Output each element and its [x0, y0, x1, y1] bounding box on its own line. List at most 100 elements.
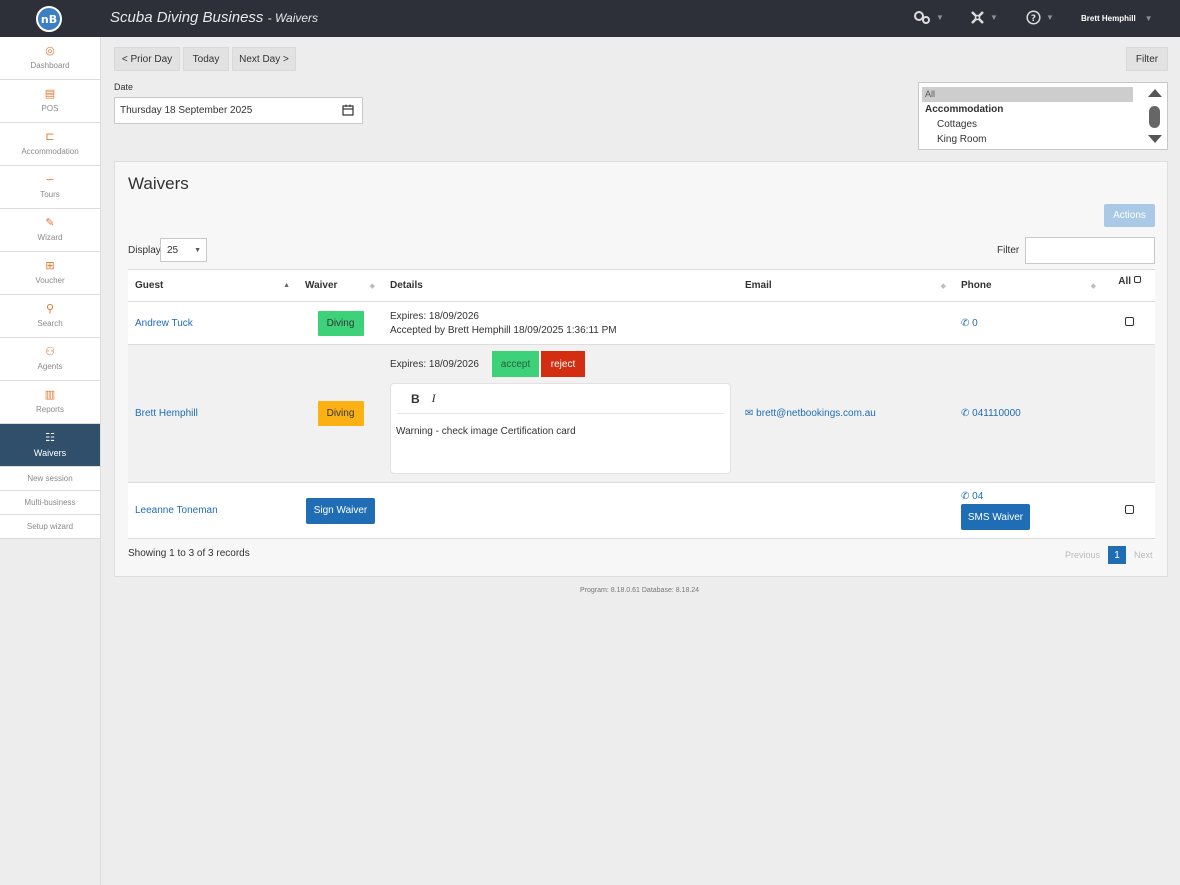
column-header-all: All [1104, 269, 1155, 302]
prior-day-button[interactable]: < Prior Day [114, 47, 180, 71]
page-title: Waivers [128, 174, 189, 193]
row-checkbox[interactable] [1125, 504, 1134, 514]
agents-icon: ⚇ [45, 346, 55, 358]
pagination: Previous 1 Next [1065, 546, 1153, 564]
waiver-notes-editor[interactable]: B I Warning - check image Certification … [390, 383, 731, 474]
filter-list-scrollbar[interactable] [1148, 87, 1162, 147]
row-checkbox[interactable] [1125, 317, 1134, 326]
filter-input[interactable] [1025, 237, 1155, 264]
select-all-checkbox[interactable] [1133, 276, 1141, 283]
chevron-down-icon: ▼ [1144, 14, 1153, 23]
accept-button[interactable]: accept [492, 351, 539, 377]
sidebar-link-setup-wizard[interactable]: Setup wizard [0, 515, 100, 539]
phone-link[interactable]: ✆ 041110000 [961, 408, 1021, 419]
calendar-icon[interactable] [342, 104, 354, 116]
sidebar-link-new-session[interactable]: New session [0, 467, 100, 491]
date-field[interactable]: Thursday 18 September 2025 [114, 97, 363, 124]
magic-wand-icon: ✎ [45, 217, 55, 229]
previous-page-button[interactable]: Previous [1065, 550, 1100, 560]
display-count-select[interactable]: 25 ▼ [160, 238, 207, 262]
reject-button[interactable]: reject [541, 351, 585, 377]
envelope-icon: ✉ [745, 408, 754, 419]
tools-icon [971, 11, 984, 24]
sort-icon: ◆ [940, 283, 946, 290]
user-name: Brett Hemphill [1081, 14, 1136, 23]
email-link[interactable]: ✉ brett@netbookings.com.au [745, 408, 876, 419]
phone-link[interactable]: ✆ 04 [961, 491, 983, 502]
scroll-up-icon[interactable] [1148, 89, 1162, 97]
sidebar-item-voucher[interactable]: ⊞ Voucher [0, 252, 100, 295]
records-summary: Showing 1 to 3 of 3 records [128, 548, 250, 559]
next-day-button[interactable]: Next Day > [232, 47, 296, 71]
app-logo[interactable]: nB [36, 6, 62, 32]
filter-group-accommodation[interactable]: Accommodation [919, 102, 1167, 117]
sidebar: ◎ Dashboard ▤ POS ⊏ Accommodation ∽ Tours ✎ W… [0, 37, 101, 885]
help-icon: ? [1026, 10, 1041, 25]
user-menu[interactable]: Brett Hemphill ▼ [1081, 14, 1153, 23]
sidebar-item-reports[interactable]: ▥ Reports [0, 381, 100, 424]
waivers-table: Guest ▲ Waiver ◆ Details Email ◆ Phone ◆ All… [128, 269, 1155, 539]
phone-link[interactable]: ✆ 0 [961, 318, 978, 329]
tools-menu[interactable]: ▼ [970, 10, 998, 25]
sidebar-item-dashboard[interactable]: ◎ Dashboard [0, 37, 100, 80]
phone-icon: ✆ [961, 317, 970, 329]
waiver-expiry: Expires: 18/09/2026 [390, 310, 479, 322]
sidebar-item-accommodation[interactable]: ⊏ Accommodation [0, 123, 100, 166]
column-header-email[interactable]: Email ◆ [738, 269, 954, 302]
sidebar-item-search[interactable]: ⚲ Search [0, 295, 100, 338]
app-title: Scuba Diving Business - Waivers [110, 9, 319, 26]
column-header-waiver[interactable]: Waiver ◆ [298, 269, 383, 302]
today-button[interactable]: Today [183, 47, 229, 71]
filter-option-king-room[interactable]: King Room [919, 132, 1167, 147]
register-icon: ▤ [44, 88, 56, 100]
gears-icon [914, 11, 930, 24]
dashboard-icon: ◎ [45, 45, 55, 57]
chevron-down-icon: ▼ [990, 13, 998, 22]
sidebar-item-pos[interactable]: ▤ POS [0, 80, 100, 123]
waiver-status-badge[interactable]: Diving [317, 401, 364, 426]
sidebar-item-tours[interactable]: ∽ Tours [0, 166, 100, 209]
checklist-icon: ☷ [45, 431, 55, 444]
italic-icon[interactable]: I [432, 391, 436, 406]
bold-icon[interactable]: B [411, 392, 420, 406]
sms-waiver-button[interactable]: SMS Waiver [961, 504, 1030, 530]
sidebar-item-agents[interactable]: ⚇ Agents [0, 338, 100, 381]
scroll-thumb[interactable] [1149, 106, 1160, 128]
actions-button[interactable]: Actions [1104, 204, 1155, 227]
table-row: Andrew Tuck Diving Expires: 18/09/2026 A… [128, 301, 1155, 345]
next-page-button[interactable]: Next [1134, 550, 1153, 560]
settings-menu[interactable]: ▼ [913, 10, 944, 25]
table-header-row: Guest ▲ Waiver ◆ Details Email ◆ Phone ◆ All [128, 269, 1155, 302]
sign-waiver-button[interactable]: Sign Waiver [306, 497, 375, 524]
version-footer: Program: 8.18.0.61 Database: 8.18.24 [580, 587, 700, 594]
filter-option-all[interactable]: All [922, 87, 1133, 102]
logo-text: nB [40, 12, 58, 26]
phone-icon: ✆ [961, 408, 970, 419]
chevron-down-icon: ▼ [936, 13, 944, 22]
chevron-down-icon: ▼ [194, 247, 201, 254]
page-button-1[interactable]: 1 [1108, 546, 1127, 564]
waiver-expiry: Expires: 18/09/2026 [390, 359, 479, 370]
email-cell [738, 301, 954, 345]
business-name: Scuba Diving Business [110, 9, 264, 26]
category-filter-list[interactable]: All Accommodation Cottages King Room [918, 82, 1168, 150]
column-header-guest[interactable]: Guest ▲ [128, 269, 298, 302]
sort-icon: ◆ [369, 283, 375, 290]
sidebar-item-waivers[interactable]: ☷ Waivers [0, 424, 100, 467]
svg-text:?: ? [1031, 14, 1036, 24]
scroll-down-icon[interactable] [1148, 135, 1162, 143]
waiver-status-badge[interactable]: Diving [317, 310, 364, 336]
top-bar: nB Scuba Diving Business - Waivers ▼ ▼ ?… [0, 0, 1180, 37]
sidebar-link-multi-business[interactable]: Multi-business [0, 491, 100, 515]
waivers-panel: Waivers Actions Display 25 ▼ Filter Gues… [114, 161, 1168, 577]
filter-option-cottages[interactable]: Cottages [919, 117, 1167, 132]
help-menu[interactable]: ? ▼ [1026, 10, 1054, 25]
sidebar-item-wizard[interactable]: ✎ Wizard [0, 209, 100, 252]
editor-text[interactable]: Warning - check image Certification card [391, 414, 730, 449]
guest-link[interactable]: Andrew Tuck [135, 318, 193, 329]
page-name: Waivers [274, 11, 319, 25]
guest-link[interactable]: Brett Hemphill [135, 408, 198, 419]
guest-link[interactable]: Leeanne Toneman [135, 505, 218, 516]
filter-button[interactable]: Filter [1126, 47, 1168, 71]
column-header-phone[interactable]: Phone ◆ [954, 269, 1104, 302]
